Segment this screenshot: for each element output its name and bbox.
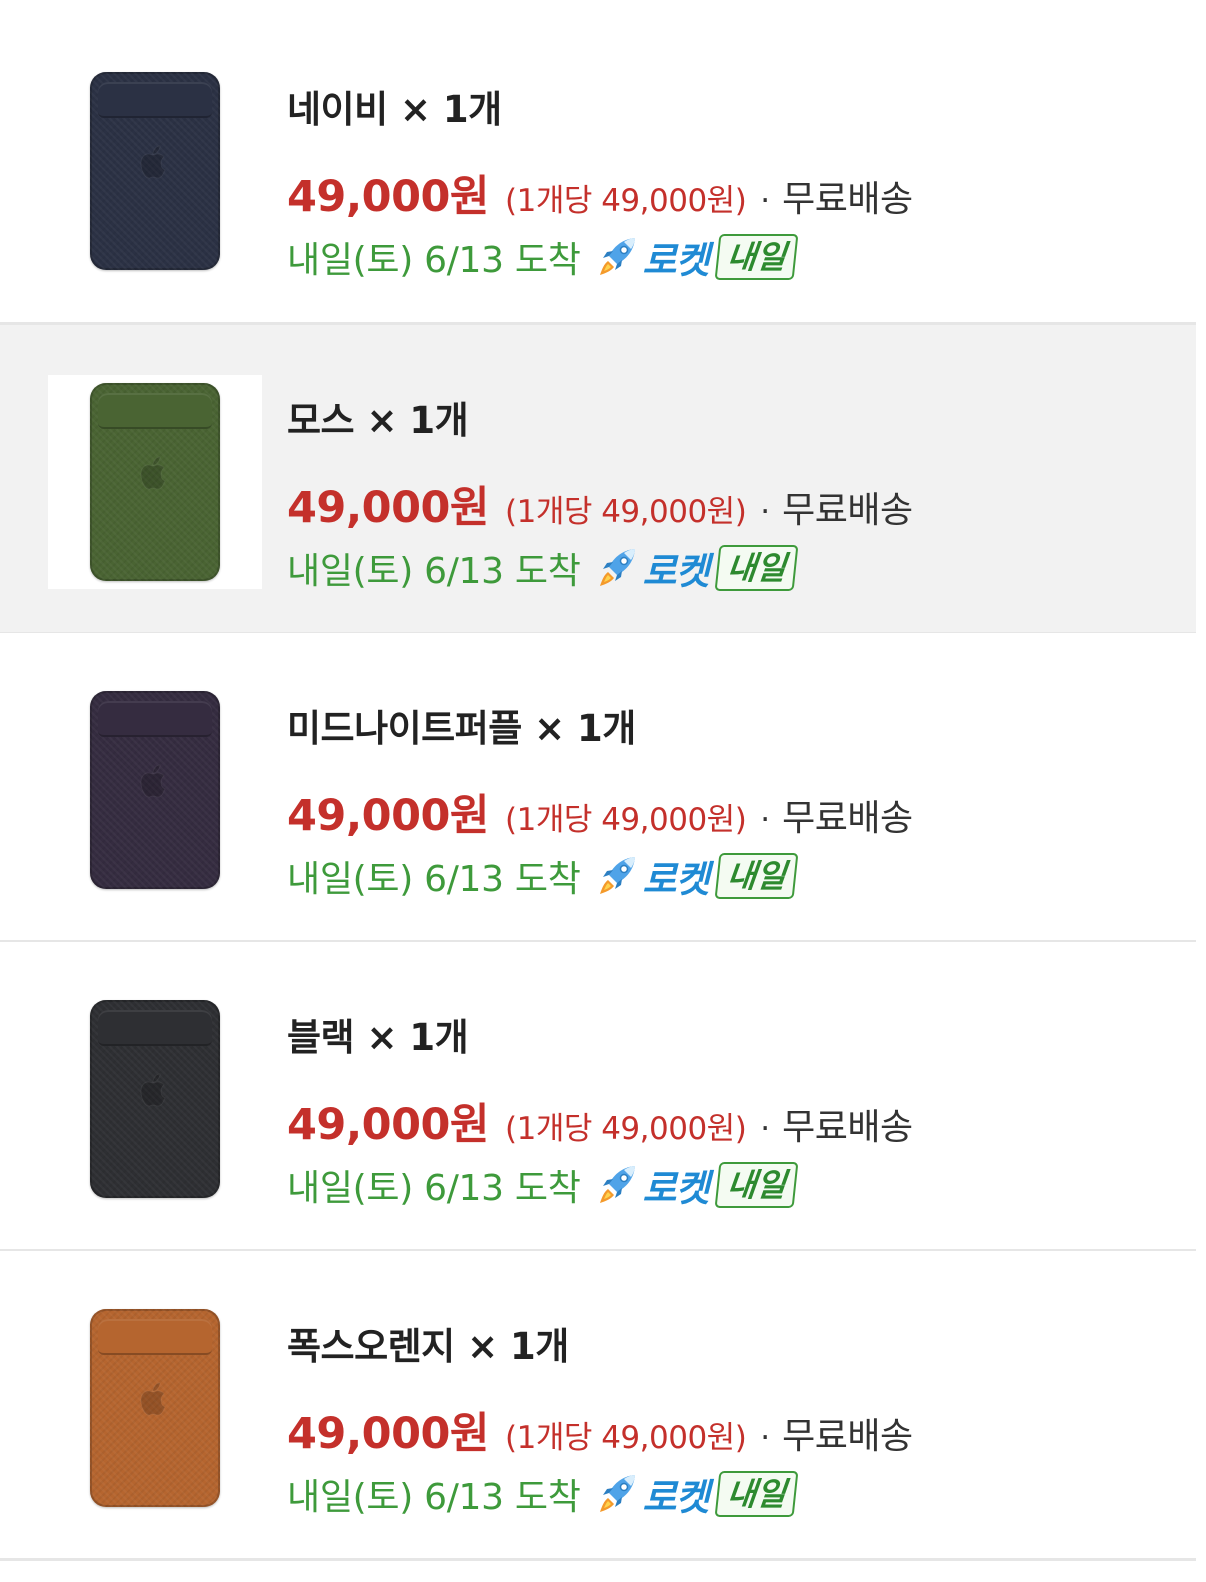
price: 49,000원 xyxy=(287,1409,490,1459)
delivery-line: 내일(토) 6/13 도착 로켓 내일 xyxy=(287,849,798,903)
option-title: 모스 × 1개 xyxy=(287,399,469,442)
unit-price: (1개당 49,000원) xyxy=(505,802,747,838)
tomorrow-badge: 내일 xyxy=(714,853,798,899)
rocket-icon xyxy=(599,238,635,275)
wallet-image xyxy=(90,1000,220,1198)
rocket-label: 로켓 xyxy=(642,1167,710,1210)
separator-dot: · xyxy=(760,183,771,219)
price: 49,000원 xyxy=(287,1100,490,1150)
delivery-line: 내일(토) 6/13 도착 로켓 내일 xyxy=(287,1467,798,1521)
separator-dot: · xyxy=(760,1111,771,1147)
option-row[interactable]: 네이비 × 1개 49,000원 (1개당 49,000원) · 무료배송 내일… xyxy=(0,14,1196,322)
option-title: 미드나이트퍼플 × 1개 xyxy=(287,707,636,750)
option-row[interactable]: 미드나이트퍼플 × 1개 49,000원 (1개당 49,000원) · 무료배… xyxy=(0,633,1196,941)
apple-logo-icon xyxy=(140,145,166,179)
delivery-line: 내일(토) 6/13 도착 로켓 내일 xyxy=(287,1158,798,1212)
arrival-date: 내일(토) 6/13 도착 xyxy=(287,1477,581,1518)
shipping-label: 무료배송 xyxy=(782,798,913,839)
option-row[interactable]: 블랙 × 1개 49,000원 (1개당 49,000원) · 무료배송 내일(… xyxy=(0,942,1196,1250)
price: 49,000원 xyxy=(287,791,490,841)
arrival-date: 내일(토) 6/13 도착 xyxy=(287,240,581,281)
price-line: 49,000원 (1개당 49,000원) · 무료배송 xyxy=(287,1399,913,1461)
shipping-label: 무료배송 xyxy=(782,490,913,531)
option-title: 네이비 × 1개 xyxy=(287,88,502,131)
separator-dot: · xyxy=(760,802,771,838)
rocket-icon xyxy=(599,549,635,586)
tomorrow-badge: 내일 xyxy=(714,1471,798,1517)
shipping-label: 무료배송 xyxy=(782,179,913,220)
rocket-label: 로켓 xyxy=(642,550,710,593)
rocket-label: 로켓 xyxy=(642,1476,710,1519)
rocket-icon xyxy=(599,857,635,894)
price-line: 49,000원 (1개당 49,000원) · 무료배송 xyxy=(287,162,913,224)
divider xyxy=(0,1558,1196,1561)
arrival-date: 내일(토) 6/13 도착 xyxy=(287,551,581,592)
product-thumbnail xyxy=(48,683,262,897)
option-row[interactable]: 폭스오렌지 × 1개 49,000원 (1개당 49,000원) · 무료배송 … xyxy=(0,1251,1196,1559)
shipping-label: 무료배송 xyxy=(782,1107,913,1148)
rocket-label: 로켓 xyxy=(642,239,710,282)
arrival-date: 내일(토) 6/13 도착 xyxy=(287,859,581,900)
option-list: 네이비 × 1개 49,000원 (1개당 49,000원) · 무료배송 내일… xyxy=(0,0,1206,1582)
product-thumbnail xyxy=(48,992,262,1206)
price-line: 49,000원 (1개당 49,000원) · 무료배송 xyxy=(287,1090,913,1152)
wallet-image xyxy=(90,383,220,581)
price-line: 49,000원 (1개당 49,000원) · 무료배송 xyxy=(287,781,913,843)
option-title: 블랙 × 1개 xyxy=(287,1016,469,1059)
unit-price: (1개당 49,000원) xyxy=(505,183,747,219)
rocket-icon xyxy=(599,1166,635,1203)
price-line: 49,000원 (1개당 49,000원) · 무료배송 xyxy=(287,473,913,535)
option-title: 폭스오렌지 × 1개 xyxy=(287,1325,569,1368)
unit-price: (1개당 49,000원) xyxy=(505,1111,747,1147)
wallet-image xyxy=(90,1309,220,1507)
wallet-image xyxy=(90,72,220,270)
delivery-line: 내일(토) 6/13 도착 로켓 내일 xyxy=(287,541,798,595)
delivery-line: 내일(토) 6/13 도착 로켓 내일 xyxy=(287,230,798,284)
price: 49,000원 xyxy=(287,172,490,222)
product-thumbnail xyxy=(48,375,262,589)
shipping-label: 무료배송 xyxy=(782,1416,913,1457)
unit-price: (1개당 49,000원) xyxy=(505,1420,747,1456)
separator-dot: · xyxy=(760,494,771,530)
separator-dot: · xyxy=(760,1420,771,1456)
tomorrow-badge: 내일 xyxy=(714,545,798,591)
rocket-label: 로켓 xyxy=(642,858,710,901)
tomorrow-badge: 내일 xyxy=(714,234,798,280)
rocket-icon xyxy=(599,1475,635,1512)
apple-logo-icon xyxy=(140,1382,166,1416)
apple-logo-icon xyxy=(140,764,166,798)
price: 49,000원 xyxy=(287,483,490,533)
unit-price: (1개당 49,000원) xyxy=(505,494,747,530)
product-thumbnail xyxy=(48,64,262,278)
apple-logo-icon xyxy=(140,456,166,490)
product-thumbnail xyxy=(48,1301,262,1515)
arrival-date: 내일(토) 6/13 도착 xyxy=(287,1168,581,1209)
wallet-image xyxy=(90,691,220,889)
apple-logo-icon xyxy=(140,1073,166,1107)
option-row[interactable]: 모스 × 1개 49,000원 (1개당 49,000원) · 무료배송 내일(… xyxy=(0,325,1196,633)
tomorrow-badge: 내일 xyxy=(714,1162,798,1208)
